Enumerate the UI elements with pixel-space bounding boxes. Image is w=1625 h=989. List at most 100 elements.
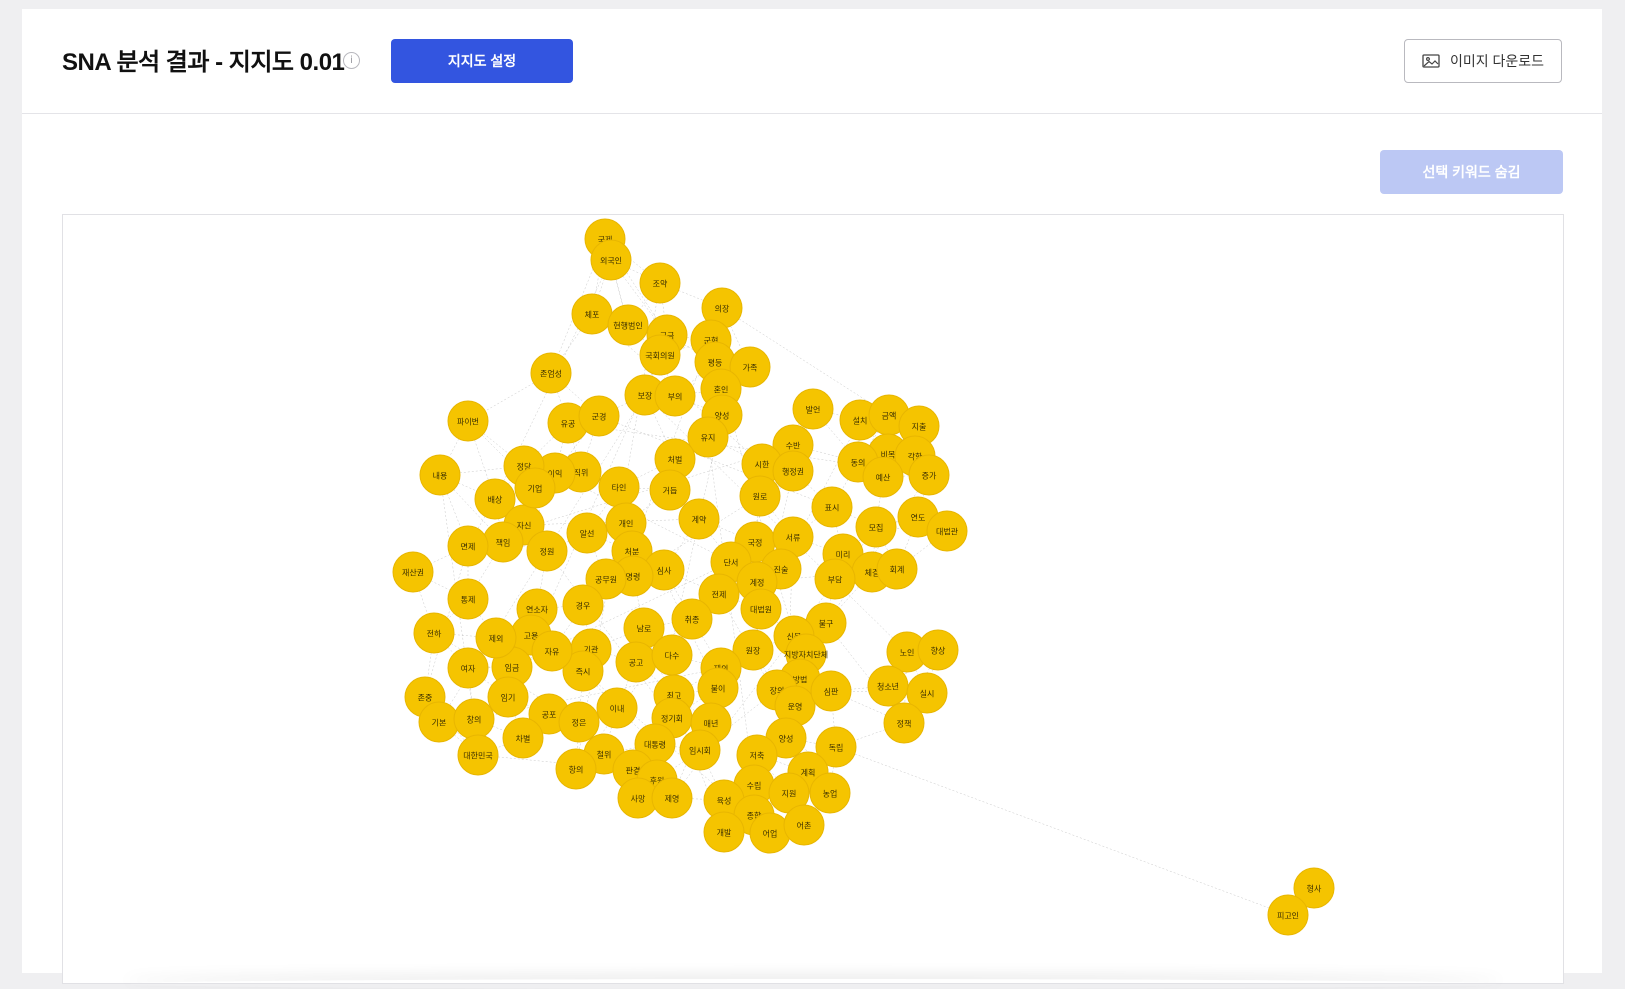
- node-label: 회계: [890, 565, 905, 575]
- network-node[interactable]: 임시회: [679, 729, 721, 771]
- node-label: 농업: [823, 790, 838, 799]
- network-node[interactable]: 체포: [571, 293, 613, 335]
- network-node[interactable]: 면제: [447, 525, 489, 567]
- node-label: 계획: [801, 768, 816, 778]
- network-node[interactable]: 여자: [447, 647, 489, 689]
- network-node[interactable]: 국회의원: [639, 334, 681, 376]
- network-node[interactable]: 내용: [419, 454, 461, 496]
- node-label: 국정: [748, 538, 763, 548]
- network-node[interactable]: 청소년: [867, 665, 909, 707]
- network-node[interactable]: 예산: [862, 456, 904, 498]
- network-node[interactable]: 경우: [562, 584, 604, 626]
- node-label: 직위: [574, 468, 589, 478]
- results-card: SNA 분석 결과 - 지지도 0.01 i 지지도 설정 이미지 다운로드 선…: [22, 9, 1602, 984]
- network-node[interactable]: 대법관: [926, 510, 968, 552]
- network-node[interactable]: 파이번: [447, 400, 489, 442]
- node-label: 기업: [528, 485, 543, 494]
- network-node[interactable]: 조약: [639, 262, 681, 304]
- network-node[interactable]: 정책: [883, 702, 925, 744]
- network-node[interactable]: 향상: [917, 629, 959, 671]
- network-node[interactable]: 현행범인: [607, 304, 649, 346]
- node-label: 혼인: [714, 385, 729, 395]
- network-node[interactable]: 어업: [749, 812, 791, 854]
- network-node[interactable]: 이내: [596, 687, 638, 729]
- network-node[interactable]: 정원: [526, 530, 568, 572]
- network-node[interactable]: 기본: [418, 701, 460, 743]
- node-label: 대한민국: [463, 751, 492, 761]
- node-label: 설치: [853, 416, 868, 426]
- node-label: 연도: [911, 514, 926, 523]
- node-label: 예산: [876, 473, 891, 483]
- network-node[interactable]: 거듭: [649, 469, 691, 511]
- network-node[interactable]: 회계: [876, 548, 918, 590]
- network-node[interactable]: 대한민국: [457, 734, 499, 776]
- node-label: 수립: [747, 782, 762, 791]
- network-node[interactable]: 임기: [487, 676, 529, 718]
- node-label: 유공: [561, 420, 576, 429]
- support-settings-button[interactable]: 지지도 설정: [391, 39, 573, 83]
- network-node[interactable]: 유지: [687, 416, 729, 458]
- image-download-button[interactable]: 이미지 다운로드: [1404, 39, 1562, 83]
- hide-selected-keywords-button[interactable]: 선택 키워드 숨김: [1380, 150, 1563, 194]
- network-node[interactable]: 계약: [678, 498, 720, 540]
- node-label: 행정권: [782, 467, 804, 477]
- network-node[interactable]: 정은: [558, 701, 600, 743]
- node-label: 표시: [825, 504, 840, 513]
- node-label: 처벌: [668, 455, 683, 465]
- network-node[interactable]: 기업: [514, 467, 556, 509]
- network-node[interactable]: 외국인: [590, 239, 632, 281]
- network-node[interactable]: 발언: [792, 388, 834, 430]
- network-node[interactable]: 표시: [811, 486, 853, 528]
- node-label: 자유: [545, 648, 560, 657]
- network-node[interactable]: 차별: [502, 717, 544, 759]
- info-icon[interactable]: i: [343, 52, 360, 69]
- node-label: 현행범인: [613, 321, 642, 331]
- network-node[interactable]: 심판: [810, 670, 852, 712]
- network-nodes[interactable]: 국제외국인조약체포현행범인구금의장국회의원군형평등가족존엄성보장부의혼인양성발언…: [392, 218, 1335, 936]
- node-label: 책임: [496, 538, 511, 548]
- node-label: 매년: [704, 719, 719, 729]
- network-node[interactable]: 취종: [671, 598, 713, 640]
- network-node[interactable]: 공고: [615, 641, 657, 683]
- network-canvas[interactable]: 국제외국인조약체포현행범인구금의장국회의원군형평등가족존엄성보장부의혼인양성발언…: [63, 215, 1563, 983]
- network-node[interactable]: 부담: [814, 558, 856, 600]
- network-node[interactable]: 대법원: [740, 588, 782, 630]
- network-node[interactable]: 전하: [413, 612, 455, 654]
- network-node[interactable]: 농업: [809, 772, 851, 814]
- network-node[interactable]: 어촌: [783, 804, 825, 846]
- network-node[interactable]: 원로: [739, 475, 781, 517]
- network-node[interactable]: 통제: [447, 578, 489, 620]
- node-label: 향상: [931, 646, 946, 656]
- network-node[interactable]: 군경: [578, 395, 620, 437]
- network-node[interactable]: 책임: [482, 521, 524, 563]
- network-node[interactable]: 모집: [855, 506, 897, 548]
- network-node[interactable]: 행정권: [772, 450, 814, 492]
- node-label: 개인: [619, 519, 634, 529]
- network-node[interactable]: 부의: [654, 375, 696, 417]
- network-node[interactable]: 알선: [566, 512, 608, 554]
- network-edge: [835, 746, 1289, 916]
- network-node[interactable]: 타인: [598, 466, 640, 508]
- network-node[interactable]: 항의: [555, 748, 597, 790]
- network-node[interactable]: 증가: [908, 454, 950, 496]
- network-node[interactable]: 자유: [531, 630, 573, 672]
- network-node[interactable]: 창의: [453, 698, 495, 740]
- network-node[interactable]: 존엄성: [530, 352, 572, 394]
- node-label: 경우: [576, 601, 591, 611]
- node-label: 증가: [922, 472, 937, 481]
- network-node[interactable]: 제영: [651, 777, 693, 819]
- network-node[interactable]: 다수: [651, 634, 693, 676]
- network-node[interactable]: 피고인: [1267, 894, 1309, 936]
- results-header: SNA 분석 결과 - 지지도 0.01 i 지지도 설정 이미지 다운로드: [22, 9, 1602, 114]
- node-label: 유지: [701, 434, 716, 443]
- node-label: 국회의원: [645, 351, 674, 361]
- sna-network-graph[interactable]: 국제외국인조약체포현행범인구금의장국회의원군형평등가족존엄성보장부의혼인양성발언…: [62, 214, 1564, 984]
- network-node[interactable]: 불이: [697, 667, 739, 709]
- node-label: 의장: [715, 304, 730, 314]
- node-label: 제영: [665, 794, 680, 804]
- node-label: 노인: [900, 648, 915, 658]
- node-label: 취종: [685, 616, 700, 625]
- network-node[interactable]: 개발: [703, 811, 745, 853]
- network-node[interactable]: 재산권: [392, 551, 434, 593]
- network-node[interactable]: 제외: [475, 617, 517, 659]
